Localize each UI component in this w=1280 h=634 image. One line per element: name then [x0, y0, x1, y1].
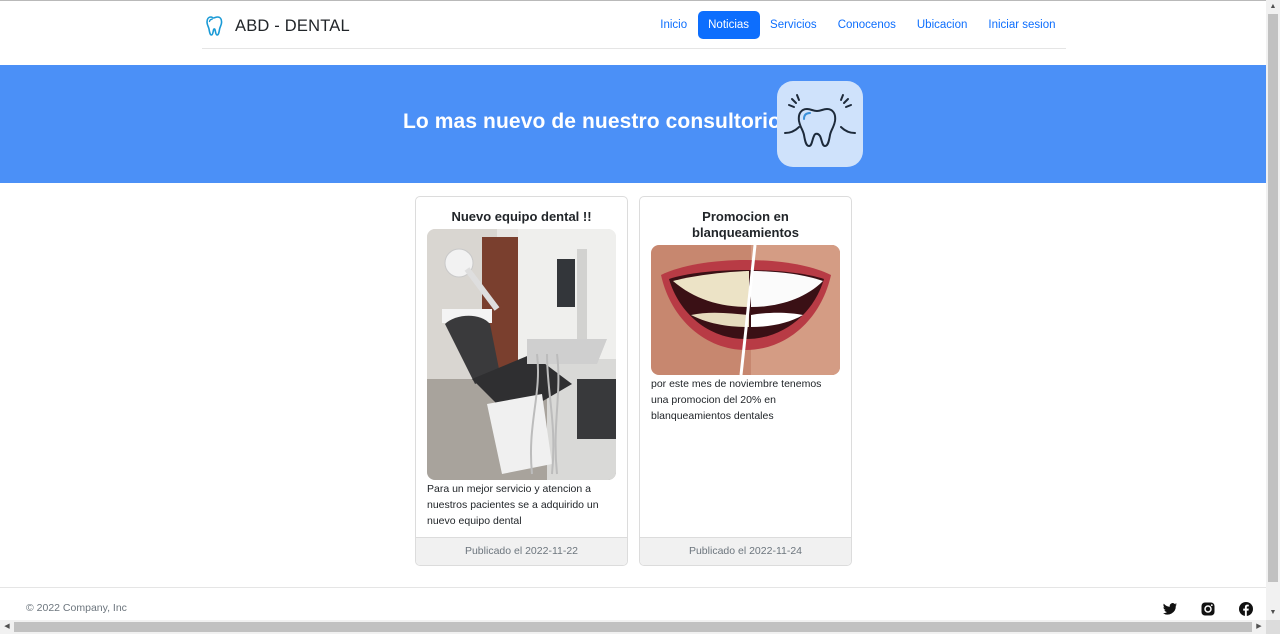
news-card-footer: Publicado el 2022-11-22: [416, 537, 627, 565]
nav-noticias[interactable]: Noticias: [697, 11, 760, 39]
social-links: [1162, 601, 1266, 617]
nav-conocenos[interactable]: Conocenos: [827, 11, 906, 39]
dental-chair-photo: [427, 229, 616, 480]
page-viewport: ABD - DENTAL Inicio Noticias Servicios C…: [0, 0, 1266, 620]
news-card-text: por este mes de noviembre tenemos una pr…: [651, 378, 822, 422]
news-card: Promocion en blanqueamientos por este me…: [639, 196, 852, 566]
horizontal-scroll-thumb[interactable]: [14, 622, 1252, 632]
news-card-title: Promocion en blanqueamientos: [692, 209, 799, 240]
sparkling-tooth-icon: [777, 81, 863, 167]
news-card-footer: Publicado el 2022-11-24: [640, 537, 851, 565]
horizontal-scrollbar[interactable]: ◀ ▶: [0, 620, 1266, 634]
nav-inicio[interactable]: Inicio: [650, 11, 698, 39]
brand-name: ABD - DENTAL: [235, 16, 350, 35]
tooth-icon: [206, 16, 223, 36]
nav-ubicacion[interactable]: Ubicacion: [906, 11, 978, 39]
vertical-scrollbar[interactable]: ▲ ▼: [1266, 0, 1280, 620]
hero-title: Lo mas nuevo de nuestro consultorio: [403, 110, 782, 133]
teeth-whitening-photo: [651, 245, 840, 375]
facebook-icon[interactable]: [1238, 601, 1254, 617]
nav-iniciar-sesion[interactable]: Iniciar sesion: [978, 11, 1066, 39]
brand-link[interactable]: ABD - DENTAL: [204, 13, 350, 39]
scroll-up-arrow-icon[interactable]: ▲: [1266, 0, 1280, 14]
twitter-icon[interactable]: [1162, 601, 1178, 617]
scroll-down-arrow-icon[interactable]: ▼: [1266, 606, 1280, 620]
news-card-title: Nuevo equipo dental !!: [451, 209, 592, 224]
instagram-icon[interactable]: [1200, 601, 1216, 617]
scroll-left-arrow-icon[interactable]: ◀: [0, 620, 14, 634]
site-footer: © 2022 Company, Inc: [0, 587, 1266, 620]
vertical-scroll-thumb[interactable]: [1268, 14, 1278, 582]
hero-banner: Lo mas nuevo de nuestro consultorio: [0, 65, 1266, 183]
scrollbar-corner: [1266, 620, 1280, 634]
main-nav: Inicio Noticias Servicios Conocenos Ubic…: [650, 11, 1066, 39]
copyright-text: © 2022 Company, Inc: [26, 602, 127, 614]
site-header: ABD - DENTAL Inicio Noticias Servicios C…: [202, 1, 1066, 49]
scroll-right-arrow-icon[interactable]: ▶: [1252, 620, 1266, 634]
news-card: Nuevo equipo dental !! Para un mejor ser…: [415, 196, 628, 566]
nav-servicios[interactable]: Servicios: [760, 11, 828, 39]
news-card-text: Para un mejor servicio y atencion a nues…: [427, 483, 599, 527]
